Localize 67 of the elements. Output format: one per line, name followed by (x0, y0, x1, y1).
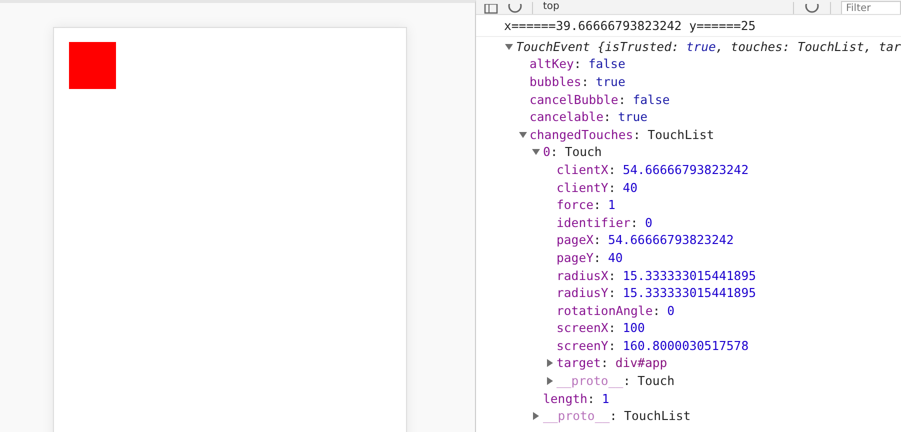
property-name: radiusY (556, 286, 608, 300)
property-name: bubbles (530, 74, 582, 89)
colon: : (610, 409, 618, 424)
colon: : (594, 233, 601, 248)
colon: : (608, 180, 616, 195)
property-name: pageY (556, 250, 594, 265)
colon: : (608, 286, 616, 300)
property-value: 40 (608, 250, 623, 265)
context-selector[interactable]: top (543, 1, 560, 14)
property-value: 15.333333015441895 (622, 286, 756, 300)
colon: : (581, 74, 589, 89)
property-value: 1 (608, 198, 616, 212)
property-value: 1 (602, 392, 610, 406)
property-value: Touch (564, 145, 602, 160)
property-name: radiusX (556, 268, 608, 283)
colon: : (550, 145, 558, 160)
property-name: pageX (556, 233, 594, 248)
property-value: 15.333333015441895 (622, 268, 756, 283)
colon: : (652, 304, 660, 318)
property-value: div#app (615, 356, 668, 370)
property-value: 0 (667, 304, 675, 318)
property-value: true (618, 110, 648, 124)
property-name: clientX (556, 162, 608, 177)
log-message: x======39.66666793823242 y======25 (476, 15, 901, 37)
colon: : (600, 356, 608, 370)
object-preview: TouchEvent {isTrusted: true, touches: TouchList, tar (516, 40, 901, 54)
property-name: __proto__ (556, 374, 624, 388)
property-value: 0 (644, 216, 652, 230)
property-name: changedTouches (530, 128, 634, 142)
property-name: altKey (530, 57, 574, 72)
colon: : (630, 216, 638, 230)
colon: : (594, 250, 601, 265)
property-value: 100 (622, 321, 645, 336)
property-name: 0 (543, 145, 550, 160)
colon: : (618, 92, 626, 107)
colon: : (574, 57, 582, 72)
property-value: false (588, 57, 626, 72)
colon: : (608, 321, 616, 336)
property-value: Touch (638, 374, 675, 388)
colon: : (608, 338, 616, 353)
colon: : (587, 392, 595, 406)
filter-field[interactable]: Filter (841, 1, 901, 14)
property-value: TouchList (624, 409, 691, 424)
property-name: cancelBubble (530, 92, 618, 107)
colon: : (633, 128, 641, 142)
colon: : (604, 110, 611, 124)
property-value: 54.66666793823242 (622, 162, 749, 177)
property-name: length (543, 392, 588, 406)
colon: : (623, 374, 631, 388)
property-value: 160.8000030517578 (622, 338, 749, 353)
property-value: 54.66666793823242 (608, 233, 734, 248)
colon: : (608, 268, 616, 283)
property-name: identifier (556, 216, 631, 230)
property-name: cancelable (530, 110, 604, 124)
property-name: force (556, 198, 594, 212)
colon: : (608, 162, 616, 177)
property-value: 40 (622, 180, 638, 195)
property-name: __proto__ (543, 409, 610, 424)
property-name: clientY (556, 180, 608, 195)
property-value: false (632, 92, 670, 107)
colon: : (594, 198, 601, 212)
property-value: true (596, 74, 626, 89)
property-name: screenY (556, 338, 608, 353)
property-value: TouchList (648, 128, 714, 142)
property-name: target (556, 356, 601, 370)
property-name: screenX (556, 321, 608, 336)
property-name: rotationAngle (556, 304, 653, 318)
